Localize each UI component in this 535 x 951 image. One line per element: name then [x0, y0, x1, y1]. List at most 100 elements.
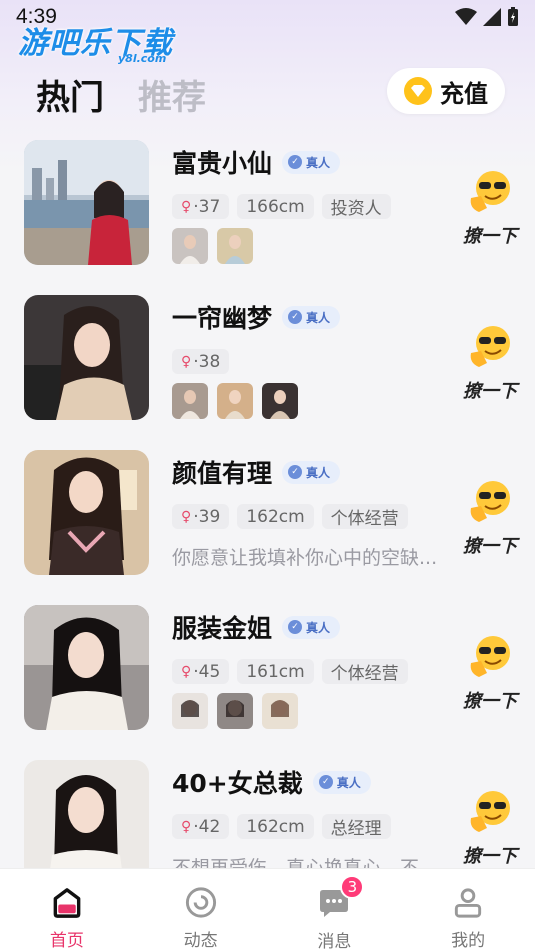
signal-icon — [483, 8, 501, 26]
height-tag: 162cm — [237, 504, 314, 529]
user-name: 40+女总裁 — [172, 769, 303, 798]
avatar[interactable] — [24, 450, 149, 575]
verified-icon: ✓ — [318, 775, 333, 789]
user-card[interactable]: 颜值有理 ✓ 真人 ♀ ·39 162cm 个体经营 你愿意让我填补你心中的空缺..… — [0, 450, 535, 600]
nav-home-label: 首页 — [49, 931, 84, 951]
cool-emoji-icon — [470, 326, 510, 367]
female-icon: ♀ — [181, 198, 192, 215]
recharge-label: 充值 — [440, 79, 488, 108]
photo-thumb[interactable] — [217, 383, 253, 419]
user-tags: ♀ ·39 162cm 个体经营 — [172, 504, 408, 529]
height-tag: 161cm — [237, 659, 314, 684]
bottom-nav: 首页 动态 3 消息 我的 — [0, 868, 535, 951]
wave-label: 撩一下 — [463, 691, 517, 712]
user-bio: 不想再受伤，真心换真心，不... — [172, 857, 438, 868]
avatar[interactable] — [24, 140, 149, 265]
height-tag: 166cm — [237, 194, 314, 219]
user-name: 富贵小仙 — [172, 149, 273, 178]
photo-strip — [172, 228, 253, 264]
wave-label: 撩一下 — [463, 381, 517, 402]
verified-badge: ✓ 真人 — [282, 305, 341, 329]
wifi-icon — [455, 8, 477, 25]
avatar[interactable] — [24, 605, 149, 730]
verified-icon: ✓ — [288, 620, 303, 634]
verified-icon: ✓ — [288, 155, 303, 169]
verified-badge: ✓ 真人 — [282, 615, 341, 639]
verified-icon: ✓ — [288, 465, 303, 479]
wave-button[interactable]: 撩一下 — [462, 168, 518, 248]
female-icon: ♀ — [181, 508, 192, 525]
age-tag: ♀ ·38 — [172, 349, 230, 374]
cool-emoji-icon — [470, 636, 510, 677]
job-tag: 个体经营 — [321, 659, 408, 684]
nav-messages-label: 消息 — [317, 932, 352, 951]
cool-emoji-icon — [470, 171, 510, 212]
user-card[interactable]: 富贵小仙 ✓ 真人 ♀ ·37 166cm 投资人 撩一下 — [0, 140, 535, 290]
user-tags: ♀ ·42 162cm 总经理 — [172, 814, 391, 839]
female-icon: ♀ — [181, 818, 192, 835]
photo-thumb[interactable] — [217, 693, 253, 729]
user-tags: ♀ ·45 161cm 个体经营 — [172, 659, 408, 684]
moments-icon — [185, 887, 216, 918]
nav-profile[interactable]: 我的 — [401, 869, 535, 951]
nav-moments[interactable]: 动态 — [134, 869, 268, 951]
user-list: 富贵小仙 ✓ 真人 ♀ ·37 166cm 投资人 撩一下 一帘幽梦 ✓ 真人 … — [0, 140, 535, 868]
user-tags: ♀ ·37 166cm 投资人 — [172, 194, 391, 219]
wave-button[interactable]: 撩一下 — [462, 323, 518, 403]
cool-emoji-icon — [470, 791, 510, 832]
nav-profile-label: 我的 — [451, 931, 486, 951]
home-icon — [53, 888, 81, 918]
photo-thumb[interactable] — [262, 693, 298, 729]
verified-badge: ✓ 真人 — [282, 460, 341, 484]
age-tag: ♀ ·37 — [172, 194, 230, 219]
wave-label: 撩一下 — [463, 846, 517, 867]
cool-emoji-icon — [470, 481, 510, 522]
user-card[interactable]: 一帘幽梦 ✓ 真人 ♀ ·38 撩一下 — [0, 295, 535, 445]
user-name: 一帘幽梦 — [172, 304, 273, 333]
female-icon: ♀ — [181, 353, 192, 370]
photo-thumb[interactable] — [172, 228, 208, 264]
unread-badge: 3 — [340, 875, 365, 899]
photo-thumb[interactable] — [262, 383, 298, 419]
age-tag: ♀ ·45 — [172, 659, 230, 684]
photo-thumb[interactable] — [172, 383, 208, 419]
user-card[interactable]: 40+女总裁 ✓ 真人 ♀ ·42 162cm 总经理 不想再受伤，真心换真心，不.… — [0, 760, 535, 868]
user-tags: ♀ ·38 — [172, 349, 230, 374]
recharge-button[interactable]: 充值 — [387, 68, 505, 114]
verified-icon: ✓ — [288, 310, 303, 324]
user-bio: 你愿意让我填补你心中的空缺... — [172, 547, 438, 569]
job-tag: 投资人 — [321, 194, 391, 219]
coin-icon — [404, 77, 432, 105]
status-icons — [455, 7, 519, 27]
verified-badge: ✓ 真人 — [312, 770, 371, 794]
avatar[interactable] — [24, 295, 149, 420]
nav-messages[interactable]: 3 消息 — [268, 869, 402, 951]
profile-icon — [455, 888, 482, 918]
wave-button[interactable]: 撩一下 — [462, 788, 518, 868]
wave-label: 撩一下 — [463, 226, 517, 247]
user-name: 服装金姐 — [172, 614, 273, 643]
photo-strip — [172, 693, 298, 729]
wave-button[interactable]: 撩一下 — [462, 633, 518, 713]
photo-thumb[interactable] — [172, 693, 208, 729]
wave-label: 撩一下 — [463, 536, 517, 557]
top-tabs: 热门 推荐 — [36, 70, 206, 119]
photo-thumb[interactable] — [217, 228, 253, 264]
age-tag: ♀ ·42 — [172, 814, 230, 839]
nav-home[interactable]: 首页 — [0, 869, 134, 951]
nav-moments-label: 动态 — [183, 931, 218, 951]
avatar[interactable] — [24, 760, 149, 868]
tab-hot[interactable]: 热门 — [36, 70, 104, 119]
tab-recommend[interactable]: 推荐 — [138, 70, 206, 119]
job-tag: 个体经营 — [321, 504, 408, 529]
height-tag: 162cm — [237, 814, 314, 839]
job-tag: 总经理 — [321, 814, 391, 839]
verified-badge: ✓ 真人 — [282, 150, 341, 174]
battery-icon — [508, 7, 518, 26]
wave-button[interactable]: 撩一下 — [462, 478, 518, 558]
female-icon: ♀ — [181, 663, 192, 680]
age-tag: ♀ ·39 — [172, 504, 230, 529]
watermark-domain: y8l.com — [118, 52, 167, 65]
photo-strip — [172, 383, 298, 419]
user-card[interactable]: 服装金姐 ✓ 真人 ♀ ·45 161cm 个体经营 撩一下 — [0, 605, 535, 755]
